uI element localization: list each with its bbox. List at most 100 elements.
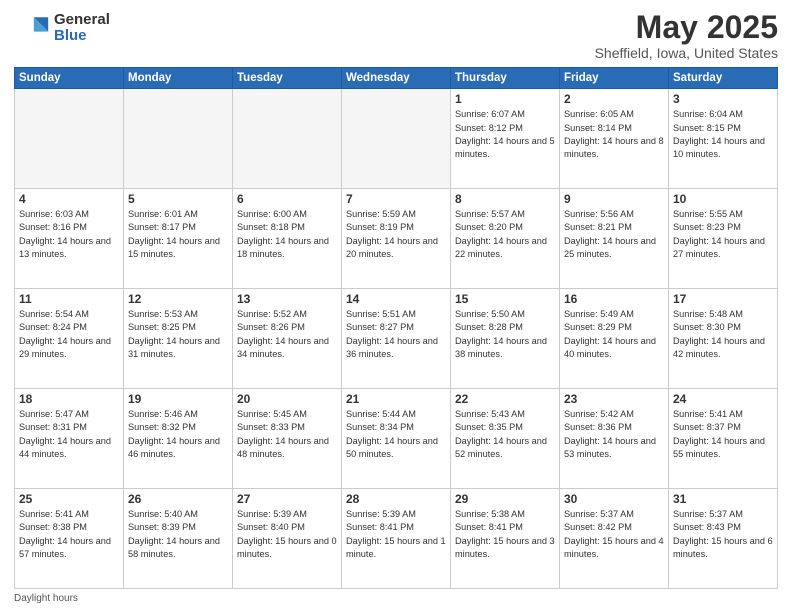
calendar-week-1: 1Sunrise: 6:07 AM Sunset: 8:12 PM Daylig… — [15, 89, 778, 189]
day-number: 7 — [346, 192, 446, 206]
calendar-week-3: 11 Sunrise: 5:54 AM Sunset: 8:24 PM Dayli… — [15, 289, 778, 389]
col-monday: Monday — [124, 68, 233, 89]
day-number: 2 — [564, 92, 664, 106]
table-row — [233, 89, 342, 189]
day-info: Sunrise: 5:44 AM Sunset: 8:34 PM Dayligh… — [346, 408, 446, 461]
day-info: Sunrise: 5:37 AM Sunset: 8:42 PM Dayligh… — [564, 508, 664, 561]
day-number: 15 — [455, 292, 555, 306]
page: General Blue May 2025 Sheffield, Iowa, U… — [0, 0, 792, 612]
day-info: Sunrise: 5:49 AM Sunset: 8:29 PM Dayligh… — [564, 308, 664, 361]
footer-note: Daylight hours — [14, 593, 778, 604]
table-row: 17Sunrise: 5:48 AM Sunset: 8:30 PM Dayli… — [669, 289, 778, 389]
table-row — [342, 89, 451, 189]
day-number: 12 — [128, 292, 228, 306]
table-row: 3Sunrise: 6:04 AM Sunset: 8:15 PM Daylig… — [669, 89, 778, 189]
table-row: 8 Sunrise: 5:57 AM Sunset: 8:20 PM Daylig… — [451, 189, 560, 289]
table-row: 4Sunrise: 6:03 AM Sunset: 8:16 PM Daylig… — [15, 189, 124, 289]
calendar-week-2: 4Sunrise: 6:03 AM Sunset: 8:16 PM Daylig… — [15, 189, 778, 289]
day-info: Sunrise: 5:56 AM Sunset: 8:21 PM Dayligh… — [564, 208, 664, 261]
day-info: Sunrise: 5:46 AM Sunset: 8:32 PM Dayligh… — [128, 408, 228, 461]
day-number: 9 — [564, 192, 664, 206]
day-info: Sunrise: 5:38 AM Sunset: 8:41 PM Dayligh… — [455, 508, 555, 561]
logo-blue-text: Blue — [54, 28, 110, 45]
table-row: 11 Sunrise: 5:54 AM Sunset: 8:24 PM Dayli… — [15, 289, 124, 389]
calendar-week-4: 18 Sunrise: 5:47 AM Sunset: 8:31 PM Dayli… — [15, 389, 778, 489]
logo: General Blue — [14, 10, 110, 46]
col-thursday: Thursday — [451, 68, 560, 89]
day-info: Sunrise: 5:40 AM Sunset: 8:39 PM Dayligh… — [128, 508, 228, 561]
table-row: 13 Sunrise: 5:52 AM Sunset: 8:26 PM Dayli… — [233, 289, 342, 389]
table-row — [15, 89, 124, 189]
day-number: 19 — [128, 392, 228, 406]
table-row: 21 Sunrise: 5:44 AM Sunset: 8:34 PM Dayli… — [342, 389, 451, 489]
table-row: 24 Sunrise: 5:41 AM Sunset: 8:37 PM Dayli… — [669, 389, 778, 489]
day-number: 6 — [237, 192, 337, 206]
day-info: Sunrise: 5:43 AM Sunset: 8:35 PM Dayligh… — [455, 408, 555, 461]
table-row: 5Sunrise: 6:01 AM Sunset: 8:17 PM Daylig… — [124, 189, 233, 289]
day-number: 11 — [19, 292, 119, 306]
day-info: Sunrise: 6:04 AM Sunset: 8:15 PM Dayligh… — [673, 108, 773, 161]
calendar-table: Sunday Monday Tuesday Wednesday Thursday… — [14, 67, 778, 589]
day-info: Sunrise: 5:45 AM Sunset: 8:33 PM Dayligh… — [237, 408, 337, 461]
table-row: 20 Sunrise: 5:45 AM Sunset: 8:33 PM Dayli… — [233, 389, 342, 489]
table-row: 14Sunrise: 5:51 AM Sunset: 8:27 PM Dayli… — [342, 289, 451, 389]
title-month: May 2025 — [595, 10, 778, 45]
day-number: 17 — [673, 292, 773, 306]
day-number: 29 — [455, 492, 555, 506]
table-row: 1Sunrise: 6:07 AM Sunset: 8:12 PM Daylig… — [451, 89, 560, 189]
table-row — [124, 89, 233, 189]
day-number: 30 — [564, 492, 664, 506]
day-number: 22 — [455, 392, 555, 406]
table-row: 6Sunrise: 6:00 AM Sunset: 8:18 PM Daylig… — [233, 189, 342, 289]
day-number: 16 — [564, 292, 664, 306]
table-row: 7 Sunrise: 5:59 AM Sunset: 8:19 PM Daylig… — [342, 189, 451, 289]
day-number: 24 — [673, 392, 773, 406]
day-number: 28 — [346, 492, 446, 506]
day-info: Sunrise: 5:42 AM Sunset: 8:36 PM Dayligh… — [564, 408, 664, 461]
day-info: Sunrise: 5:59 AM Sunset: 8:19 PM Dayligh… — [346, 208, 446, 261]
table-row: 10Sunrise: 5:55 AM Sunset: 8:23 PM Dayli… — [669, 189, 778, 289]
table-row: 30 Sunrise: 5:37 AM Sunset: 8:42 PM Dayli… — [560, 489, 669, 589]
table-row: 9 Sunrise: 5:56 AM Sunset: 8:21 PM Daylig… — [560, 189, 669, 289]
logo-icon — [14, 10, 50, 46]
table-row: 16 Sunrise: 5:49 AM Sunset: 8:29 PM Dayli… — [560, 289, 669, 389]
table-row: 26 Sunrise: 5:40 AM Sunset: 8:39 PM Dayli… — [124, 489, 233, 589]
table-row: 12 Sunrise: 5:53 AM Sunset: 8:25 PM Dayli… — [124, 289, 233, 389]
table-row: 27Sunrise: 5:39 AM Sunset: 8:40 PM Dayli… — [233, 489, 342, 589]
day-info: Sunrise: 5:41 AM Sunset: 8:38 PM Dayligh… — [19, 508, 119, 561]
day-number: 25 — [19, 492, 119, 506]
day-number: 21 — [346, 392, 446, 406]
calendar-header-row: Sunday Monday Tuesday Wednesday Thursday… — [15, 68, 778, 89]
day-number: 13 — [237, 292, 337, 306]
day-info: Sunrise: 5:55 AM Sunset: 8:23 PM Dayligh… — [673, 208, 773, 261]
day-info: Sunrise: 6:01 AM Sunset: 8:17 PM Dayligh… — [128, 208, 228, 261]
col-saturday: Saturday — [669, 68, 778, 89]
day-number: 23 — [564, 392, 664, 406]
day-number: 20 — [237, 392, 337, 406]
logo-general-text: General — [54, 12, 110, 29]
day-info: Sunrise: 5:54 AM Sunset: 8:24 PM Dayligh… — [19, 308, 119, 361]
day-info: Sunrise: 5:52 AM Sunset: 8:26 PM Dayligh… — [237, 308, 337, 361]
day-number: 4 — [19, 192, 119, 206]
table-row: 22 Sunrise: 5:43 AM Sunset: 8:35 PM Dayli… — [451, 389, 560, 489]
day-number: 18 — [19, 392, 119, 406]
day-info: Sunrise: 5:51 AM Sunset: 8:27 PM Dayligh… — [346, 308, 446, 361]
col-tuesday: Tuesday — [233, 68, 342, 89]
table-row: 19 Sunrise: 5:46 AM Sunset: 8:32 PM Dayli… — [124, 389, 233, 489]
day-info: Sunrise: 5:53 AM Sunset: 8:25 PM Dayligh… — [128, 308, 228, 361]
day-info: Sunrise: 5:50 AM Sunset: 8:28 PM Dayligh… — [455, 308, 555, 361]
header: General Blue May 2025 Sheffield, Iowa, U… — [14, 10, 778, 61]
day-number: 8 — [455, 192, 555, 206]
table-row: 31Sunrise: 5:37 AM Sunset: 8:43 PM Dayli… — [669, 489, 778, 589]
day-info: Sunrise: 5:39 AM Sunset: 8:40 PM Dayligh… — [237, 508, 337, 561]
day-info: Sunrise: 5:57 AM Sunset: 8:20 PM Dayligh… — [455, 208, 555, 261]
day-number: 26 — [128, 492, 228, 506]
day-info: Sunrise: 5:37 AM Sunset: 8:43 PM Dayligh… — [673, 508, 773, 561]
table-row: 23 Sunrise: 5:42 AM Sunset: 8:36 PM Dayli… — [560, 389, 669, 489]
table-row: 2Sunrise: 6:05 AM Sunset: 8:14 PM Daylig… — [560, 89, 669, 189]
day-info: Sunrise: 5:47 AM Sunset: 8:31 PM Dayligh… — [19, 408, 119, 461]
day-info: Sunrise: 5:41 AM Sunset: 8:37 PM Dayligh… — [673, 408, 773, 461]
table-row: 25 Sunrise: 5:41 AM Sunset: 8:38 PM Dayli… — [15, 489, 124, 589]
col-wednesday: Wednesday — [342, 68, 451, 89]
table-row: 29 Sunrise: 5:38 AM Sunset: 8:41 PM Dayli… — [451, 489, 560, 589]
